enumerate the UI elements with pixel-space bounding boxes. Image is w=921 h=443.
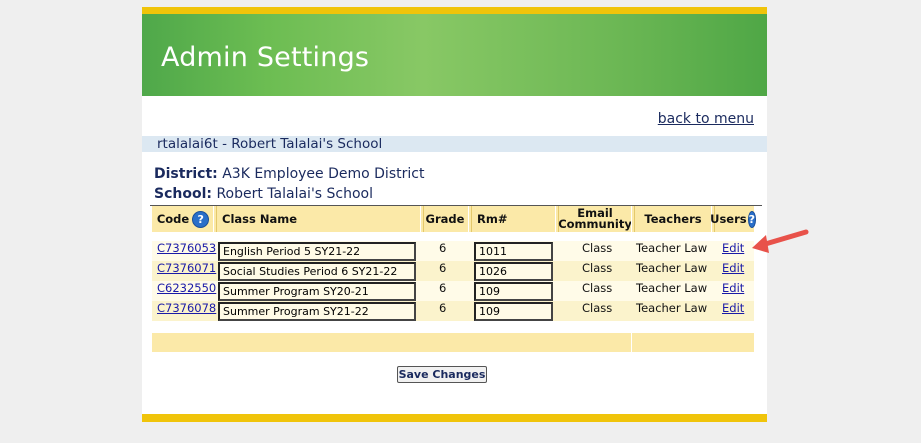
table-row: C7376071 6 Class Teacher Law Edit	[152, 261, 754, 281]
save-changes-button[interactable]: Save Changes	[397, 366, 487, 383]
table-header-row: Code ? Class Name Grade Rm# Email Commun…	[152, 206, 756, 232]
edit-users-link[interactable]: Edit	[722, 261, 744, 275]
edit-users-link[interactable]: Edit	[722, 301, 744, 315]
header-email-community: Email Community	[558, 206, 632, 231]
table-row: C7376053 6 Class Teacher Law Edit	[152, 241, 754, 261]
banner: Admin Settings	[142, 14, 767, 96]
district-label: District:	[154, 166, 218, 182]
edit-users-link[interactable]: Edit	[722, 281, 744, 295]
edit-users-link[interactable]: Edit	[722, 241, 744, 255]
header-class-name: Class Name	[222, 211, 298, 226]
room-input[interactable]	[474, 242, 553, 261]
header-code: Code ?	[154, 206, 212, 232]
header-separator	[213, 206, 217, 232]
grade-value: 6	[439, 261, 447, 275]
page-title: Admin Settings	[161, 42, 370, 73]
class-code-link[interactable]: C7376053	[157, 241, 216, 255]
table-row: C7376078 6 Class Teacher Law Edit	[152, 301, 754, 321]
teacher-value: Teacher Law	[636, 261, 708, 275]
email-community-value: Class	[582, 241, 613, 255]
code-help-icon[interactable]: ?	[192, 210, 210, 228]
room-input[interactable]	[474, 302, 553, 321]
school-bar-text: rtalalai6t - Robert Talalai's School	[157, 136, 383, 152]
room-input[interactable]	[474, 282, 553, 301]
email-community-value: Class	[582, 301, 613, 315]
school-value: Robert Talalai's School	[216, 186, 374, 202]
school-info: School: Robert Talalai's School	[154, 186, 373, 202]
class-code-link[interactable]: C6232550	[157, 281, 216, 295]
back-to-menu-link[interactable]: back to menu	[658, 111, 754, 127]
header-room: Rm#	[477, 211, 508, 226]
class-code-link[interactable]: C7376078	[157, 301, 216, 315]
teacher-value: Teacher Law	[636, 281, 708, 295]
top-accent-bar	[142, 7, 767, 14]
class-name-input[interactable]	[218, 262, 416, 281]
header-grade: Grade	[425, 211, 465, 226]
room-input[interactable]	[474, 262, 553, 281]
annotation-arrow-icon	[752, 229, 809, 253]
footer-separator	[631, 333, 634, 352]
email-community-value: Class	[582, 281, 613, 295]
class-name-input[interactable]	[218, 302, 416, 321]
table-row: C6232550 6 Class Teacher Law Edit	[152, 281, 754, 301]
header-teachers: Teachers	[644, 211, 702, 226]
teacher-value: Teacher Law	[636, 301, 708, 315]
table-footer-bar	[152, 333, 754, 352]
users-help-icon[interactable]: ?	[747, 210, 756, 228]
class-name-input[interactable]	[218, 282, 416, 301]
school-label: School:	[154, 186, 212, 202]
class-name-input[interactable]	[218, 242, 416, 261]
grade-value: 6	[439, 301, 447, 315]
grade-value: 6	[439, 281, 447, 295]
email-community-value: Class	[582, 261, 613, 275]
admin-panel: Admin Settings back to menu rtalalai6t -…	[142, 7, 767, 422]
district-value: A3K Employee Demo District	[222, 166, 425, 182]
bottom-accent-bar	[142, 414, 767, 422]
school-bar: rtalalai6t - Robert Talalai's School	[142, 136, 767, 152]
teacher-value: Teacher Law	[636, 241, 708, 255]
district-info: District: A3K Employee Demo District	[154, 166, 424, 182]
grade-value: 6	[439, 241, 447, 255]
class-code-link[interactable]: C7376071	[157, 261, 216, 275]
